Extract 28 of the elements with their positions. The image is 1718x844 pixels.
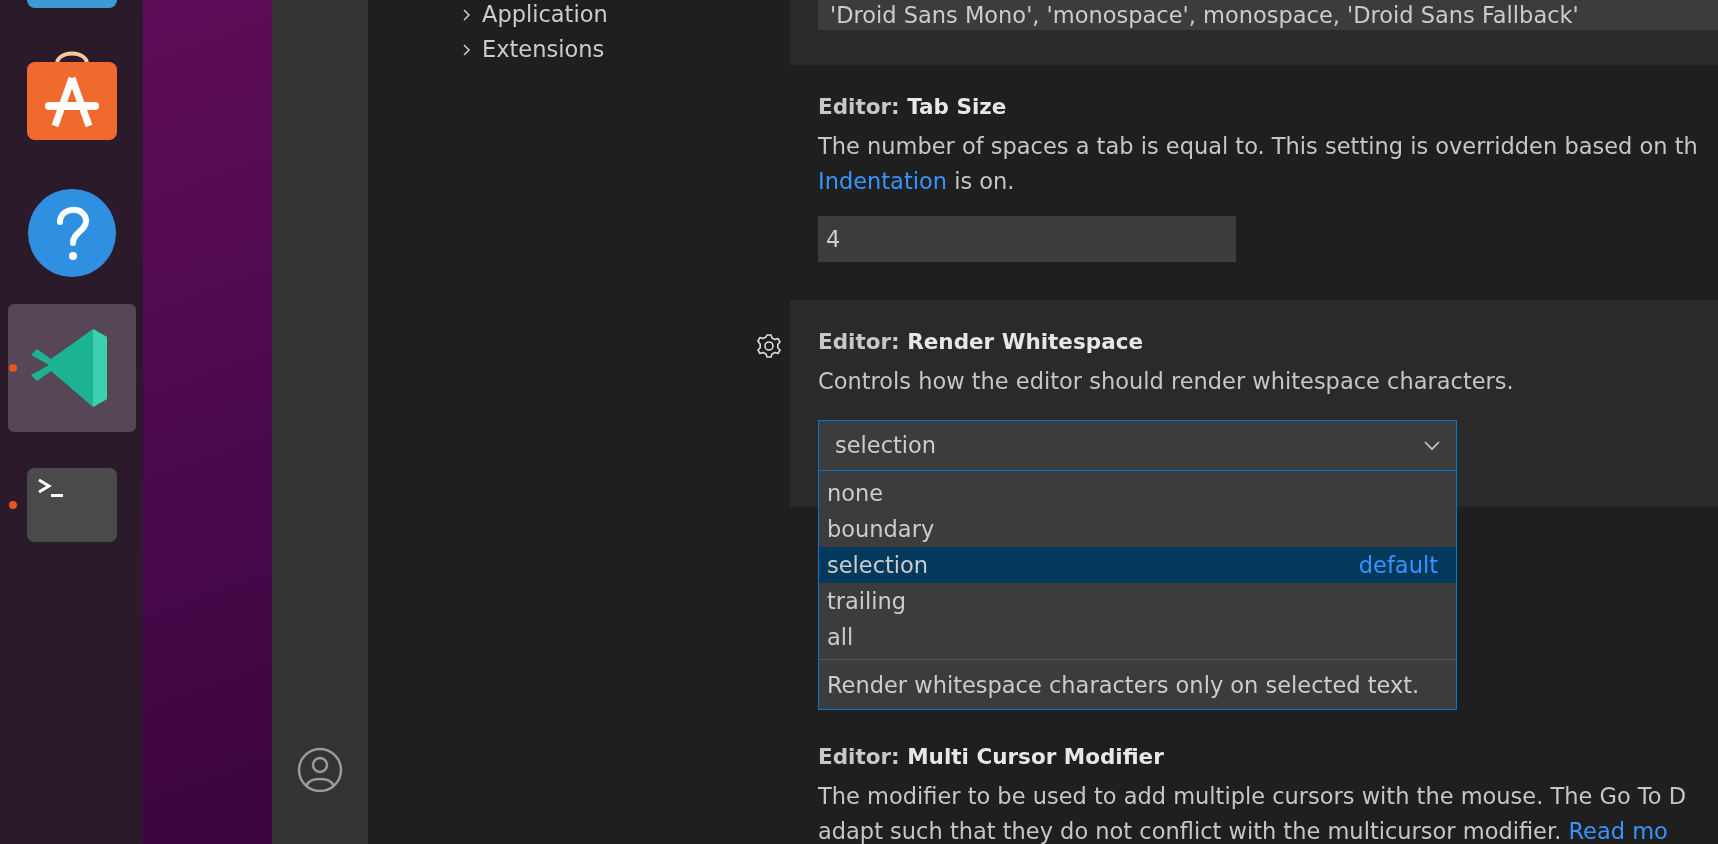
setting-title: Editor: Render Whitespace [818,328,1144,356]
setting-title: Editor: Multi Cursor Modifier [818,743,1165,771]
help-icon[interactable] [27,188,117,278]
number-field[interactable]: 4 [818,216,1236,262]
tree-item[interactable]: Extensions [460,30,790,70]
setting-link[interactable]: Read mo [1568,818,1668,844]
option-description: Render whitespace characters only on selected text. [819,659,1456,709]
description-text: The modifier to be used to add multiple cursors with the mouse. The Go To D [818,782,1687,811]
setting-link[interactable]: Indentation [818,168,947,194]
dropdown-option[interactable]: none [819,475,1456,511]
dropdown-select[interactable]: selection [818,420,1457,471]
app-icon[interactable] [27,0,117,10]
description-text: The number of spaces a tab is equal to. This setting is overridden based on th [818,132,1699,161]
description-text: adapt such that they do not conflict with the multicursor modifier. Read mo [818,817,1669,844]
account-icon[interactable] [297,747,343,793]
description-text: Controls how the editor should render whitespace characters. [818,367,1515,396]
bag-icon[interactable] [27,50,117,142]
tree-item[interactable]: Application [460,0,790,30]
chevron-down-icon [1424,441,1440,452]
settings-icon[interactable] [756,332,782,359]
dropdown-option[interactable]: selection default [819,547,1456,583]
setting-title: Editor: Tab Size [818,93,1008,121]
dropdown-option[interactable]: all [819,619,1456,655]
dropdown-option[interactable]: trailing [819,583,1456,619]
dropdown-option[interactable]: boundary [819,511,1456,547]
description-text: Indentation is on. [818,167,1016,196]
input-field[interactable]: 'Droid Sans Mono', 'monospace', monospace, 'Droid Sans Fallback' [818,0,1718,30]
default-tag: default [1358,547,1438,583]
